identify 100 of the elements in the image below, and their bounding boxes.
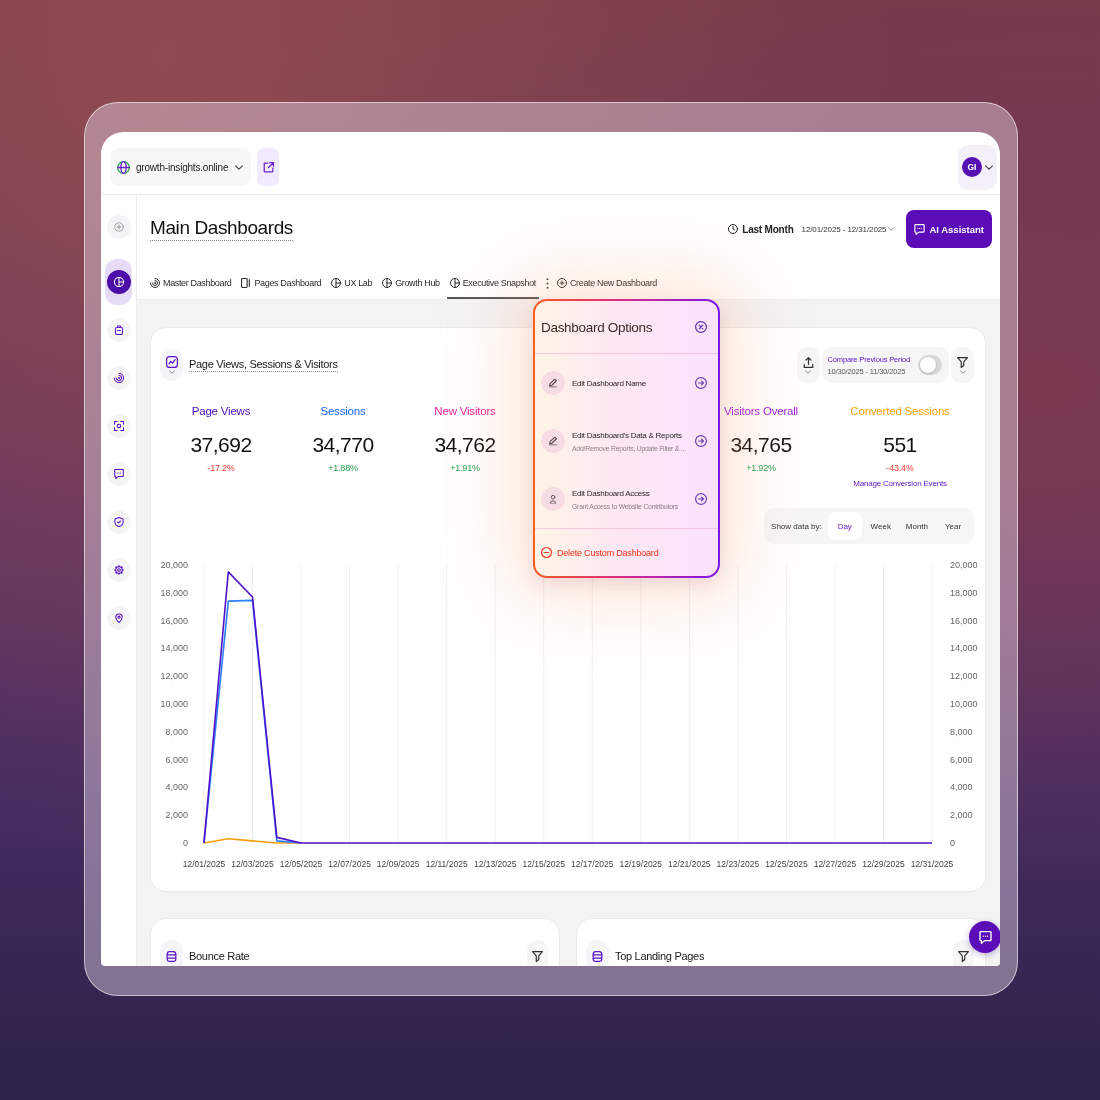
- y-axis-label: 14,000: [950, 643, 978, 654]
- x-axis-label: 12/27/2025: [813, 859, 857, 869]
- x-axis-label: 12/15/2025: [522, 859, 565, 869]
- toggle-switch[interactable]: [918, 355, 942, 375]
- x-axis-label: 12/25/2025: [765, 859, 808, 869]
- globe-icon: [117, 160, 130, 174]
- more-icon[interactable]: [545, 278, 549, 289]
- sidebar-item[interactable]: [105, 259, 132, 305]
- report-type-button[interactable]: [586, 940, 609, 966]
- page-title: Main Dashboards: [150, 217, 293, 241]
- metric-change: -43.4%: [886, 462, 914, 474]
- x-axis-label: 12/11/2025: [425, 859, 468, 869]
- y-axis-label: 0: [950, 838, 955, 848]
- line-chart-icon: [165, 356, 178, 368]
- y-axis-label: 20,000: [160, 560, 188, 570]
- card-title: Top Landing Pages: [615, 950, 705, 962]
- close-icon[interactable]: [695, 321, 707, 333]
- x-axis-label: 12/21/2025: [668, 859, 711, 869]
- y-axis-label: 8,000: [950, 726, 973, 737]
- y-axis-label: 12,000: [950, 671, 978, 682]
- x-axis-label: 12/13/2025: [473, 859, 517, 869]
- metric-change: +1.91%: [450, 462, 480, 474]
- delete-button[interactable]: Delete Custom Dashboard: [535, 528, 718, 576]
- filter-icon: [958, 950, 969, 962]
- dashboard-tab[interactable]: Growth Hub: [379, 268, 443, 299]
- pencil-icon: [541, 371, 565, 395]
- chat-icon: [978, 930, 992, 944]
- spiral-icon: [150, 277, 160, 288]
- date-range-button[interactable]: 12/01/2025 - 12/31/2025: [801, 224, 895, 234]
- y-axis-label: 4,000: [950, 782, 973, 793]
- metric-label: Page Views: [191, 404, 251, 418]
- y-axis-label: 16,000: [160, 615, 188, 626]
- arrow-right-icon: [695, 377, 707, 389]
- y-axis-label: 6,000: [165, 754, 188, 765]
- metric-change: +1.88%: [328, 462, 358, 474]
- clock-icon: [728, 224, 739, 234]
- filter-icon: [957, 356, 968, 368]
- x-axis-label: 12/29/2025: [862, 859, 905, 869]
- create-dashboard-button[interactable]: Create New Dashboard: [553, 268, 660, 299]
- caret-icon: [985, 164, 993, 170]
- upload-icon: [802, 356, 814, 368]
- x-axis-label: 12/23/2025: [716, 859, 760, 869]
- menu-item[interactable]: Edit Dashboard Name: [535, 354, 718, 412]
- metric-value: 551: [883, 432, 917, 458]
- ai-assistant-button[interactable]: AI Assistant: [906, 210, 992, 248]
- chart-type-button[interactable]: [160, 349, 183, 381]
- caret-icon: [168, 370, 175, 374]
- period-option[interactable]: Day: [827, 512, 862, 540]
- chat-icon: [914, 223, 926, 235]
- manage-link[interactable]: Manage Conversion Events: [853, 478, 947, 490]
- metric-label: Converted Sessions: [850, 404, 950, 418]
- y-axis-label: 2,000: [950, 810, 973, 821]
- caret-icon: [959, 369, 966, 374]
- y-axis-label: 8,000: [165, 726, 188, 737]
- report-type-button[interactable]: [160, 940, 183, 966]
- external-link-button[interactable]: [257, 148, 279, 186]
- period-option[interactable]: Year: [936, 512, 970, 540]
- filter-icon: [532, 950, 543, 962]
- y-axis-label: 14,000: [160, 643, 188, 654]
- period-option[interactable]: Month: [899, 512, 934, 540]
- arrow-right-icon: [695, 493, 707, 505]
- y-axis-label: 12,000: [160, 671, 188, 682]
- minus-circle-icon: [541, 547, 552, 558]
- dashboard-tab[interactable]: UX Lab: [328, 268, 376, 299]
- site-selector[interactable]: growth-insights.online: [110, 148, 251, 186]
- card-title: Page Views, Sessions & Visitors: [189, 358, 338, 372]
- arrow-right-icon: [695, 435, 707, 447]
- pencil-icon: [541, 429, 565, 453]
- avatar: GI: [962, 157, 982, 177]
- spiral-icon: [106, 366, 131, 390]
- filter-button[interactable]: [951, 347, 974, 383]
- period-option[interactable]: Week: [863, 512, 898, 540]
- bag-icon: [106, 318, 131, 342]
- dashboard-tab[interactable]: Master Dashboard: [147, 268, 235, 299]
- metric-change: +1.92%: [746, 462, 776, 474]
- pie-chart-icon: [382, 277, 393, 288]
- metric-change: -17.2%: [207, 462, 235, 474]
- x-axis-label: 12/05/2025: [279, 859, 323, 869]
- pie-chart-icon: [106, 270, 131, 294]
- x-axis-label: 12/19/2025: [619, 859, 663, 869]
- metric-label: New Visitors: [434, 404, 496, 418]
- period-button[interactable]: Last Month: [728, 223, 794, 235]
- x-axis-label: 12/17/2025: [571, 859, 614, 869]
- shield-icon: [106, 510, 131, 534]
- metric-value: 37,692: [190, 432, 252, 458]
- metric-value: 34,762: [434, 432, 496, 458]
- show-by-label: Show data by:: [771, 521, 822, 531]
- y-axis-label: 18,000: [950, 587, 978, 598]
- y-axis-label: 20,000: [950, 560, 978, 570]
- account-button[interactable]: GI: [958, 144, 997, 190]
- filter-button[interactable]: [527, 940, 548, 966]
- export-button[interactable]: [796, 347, 820, 383]
- dashboard-tab[interactable]: Pages Dashboard: [238, 268, 325, 299]
- caret-icon: [235, 164, 243, 170]
- pin-icon: [106, 606, 131, 630]
- plus-circle-icon: [556, 277, 567, 288]
- metric-label: Sessions: [320, 404, 366, 418]
- y-axis-label: 2,000: [165, 810, 188, 821]
- menu-title: Dashboard Options: [541, 319, 653, 335]
- filter-button[interactable]: [953, 940, 974, 966]
